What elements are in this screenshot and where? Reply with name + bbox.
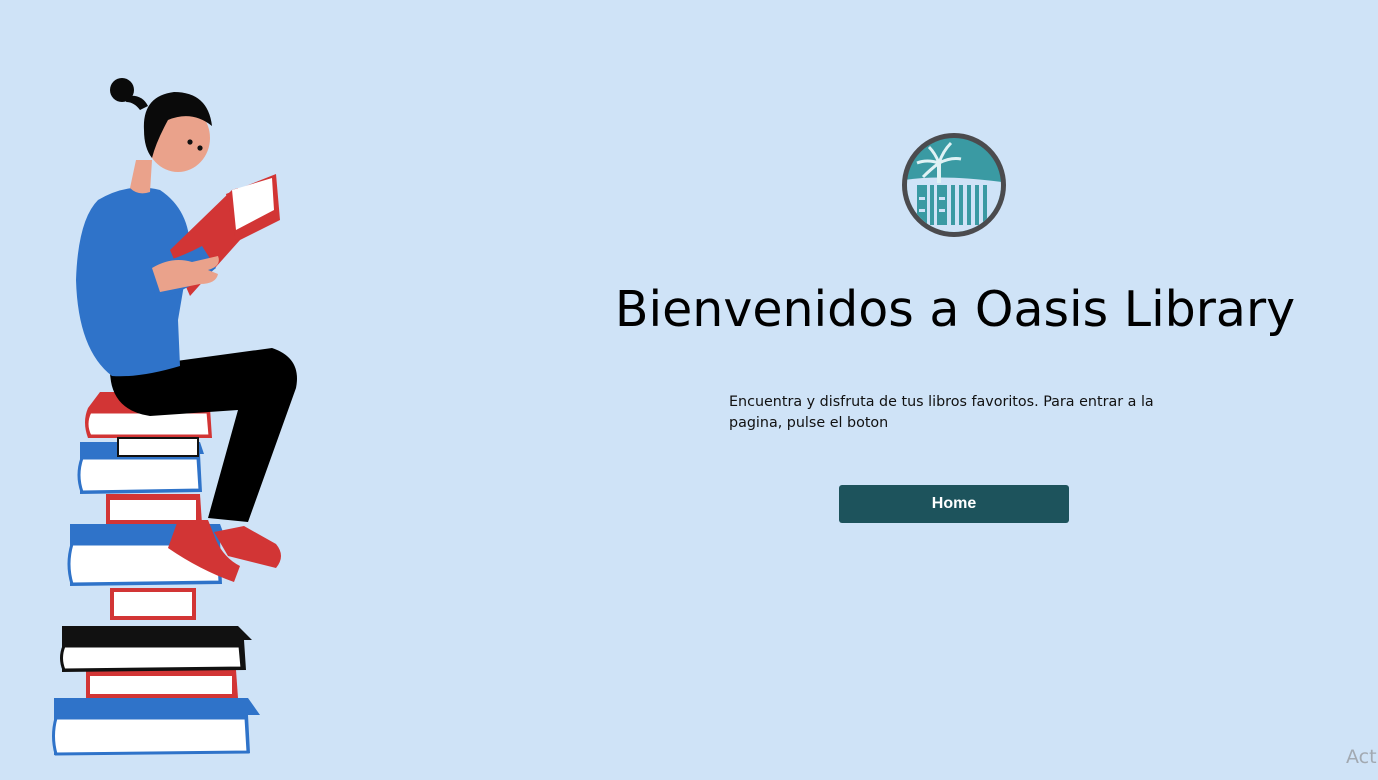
intro-text: Encuentra y disfruta de tus libros favor… <box>729 394 1154 431</box>
woman-reading-illustration <box>52 78 297 756</box>
home-button[interactable]: Home <box>839 485 1069 523</box>
page-title: Bienvenidos a Oasis Library <box>614 281 1296 338</box>
windows-activation-watermark: Acti <box>1346 746 1378 768</box>
oasis-library-logo-icon <box>902 133 1006 237</box>
